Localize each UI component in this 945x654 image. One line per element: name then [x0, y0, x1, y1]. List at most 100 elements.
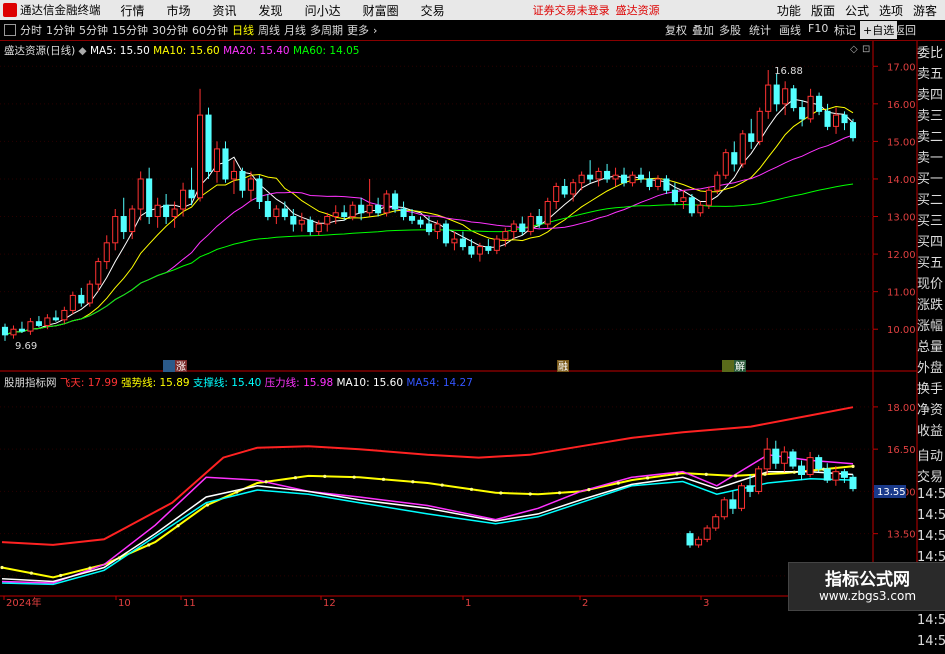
candle-body[interactable]	[680, 197, 687, 203]
candle-body[interactable]	[510, 223, 517, 233]
candle-body[interactable]	[773, 84, 780, 105]
candle-body[interactable]	[35, 321, 42, 326]
quote-panel-item[interactable]: 收益	[917, 420, 945, 440]
candle-body[interactable]	[654, 178, 662, 187]
expand-icon[interactable]: ⊡	[862, 44, 870, 55]
candle-body[interactable]	[417, 219, 424, 225]
candle-body[interactable]	[408, 216, 416, 221]
candle-body[interactable]	[807, 95, 814, 120]
candle-body[interactable]	[629, 174, 636, 184]
candle-body[interactable]	[256, 178, 263, 202]
candle-body[interactable]	[349, 204, 356, 218]
candle-body[interactable]	[705, 189, 712, 206]
quote-panel-item[interactable]: 14:56	[917, 529, 945, 549]
candle-body[interactable]	[383, 193, 390, 214]
candle-body[interactable]	[459, 238, 466, 248]
quote-panel-item[interactable]: 卖三	[917, 105, 945, 125]
candle-body[interactable]	[86, 283, 93, 304]
candle-body[interactable]	[375, 204, 382, 214]
candle-body[interactable]	[95, 261, 102, 285]
settings-diamond-icon[interactable]: ◇	[850, 44, 858, 55]
quote-panel-item[interactable]: 卖五	[917, 63, 945, 83]
quote-panel-item[interactable]: 现价	[917, 273, 945, 293]
candle-body[interactable]	[824, 110, 831, 127]
candle-body[interactable]	[120, 216, 127, 233]
quote-panel-item[interactable]: 卖一	[917, 147, 945, 167]
quote-panel-item[interactable]: 卖二	[917, 126, 945, 146]
candle-body[interactable]	[578, 174, 585, 184]
candle-body[interactable]	[188, 189, 195, 199]
candle-body[interactable]	[180, 189, 187, 210]
quote-panel-item[interactable]: 总量	[917, 336, 945, 356]
quote-panel-item[interactable]: 涨跌	[917, 294, 945, 314]
candle-body[interactable]	[442, 223, 450, 244]
event-tag-margin[interactable]: 融	[558, 361, 568, 373]
candle-body[interactable]	[400, 208, 407, 218]
candle-body[interactable]	[637, 174, 645, 180]
quote-panel-item[interactable]: 14:56	[917, 613, 945, 633]
candle-body[interactable]	[239, 170, 246, 191]
candle-body[interactable]	[739, 133, 746, 165]
candle-body[interactable]	[10, 328, 17, 336]
candle-body[interactable]	[129, 208, 136, 233]
candle-body[interactable]	[476, 246, 483, 255]
candle-body[interactable]	[392, 193, 399, 210]
candle-body[interactable]	[137, 178, 144, 210]
candle-body[interactable]	[714, 174, 721, 191]
candle-body[interactable]	[298, 219, 305, 225]
candle-body[interactable]	[536, 216, 543, 225]
quote-panel-item[interactable]: 买四	[917, 231, 945, 251]
candle-body[interactable]	[434, 223, 441, 233]
candle-body[interactable]	[61, 309, 68, 321]
candles[interactable]	[1, 70, 857, 341]
candle-body[interactable]	[171, 208, 178, 218]
candle-body[interactable]	[247, 178, 254, 191]
candle-body[interactable]	[765, 84, 772, 112]
quote-panel-item[interactable]: 卖四	[917, 84, 945, 104]
candle-body[interactable]	[544, 201, 551, 225]
candle-body[interactable]	[324, 216, 331, 225]
candle-body[interactable]	[697, 204, 704, 214]
candle-body[interactable]	[519, 223, 526, 233]
quote-panel-item[interactable]: 交易	[917, 466, 945, 486]
candle-body[interactable]	[604, 170, 611, 180]
candle-body[interactable]	[748, 133, 755, 142]
candle-body[interactable]	[112, 216, 119, 244]
event-tag-unlock[interactable]: 解	[735, 360, 745, 373]
candle-body[interactable]	[230, 170, 238, 180]
candle-body[interactable]	[756, 110, 763, 142]
candle-body[interactable]	[841, 114, 848, 124]
candle-body[interactable]	[196, 114, 204, 199]
candle-body[interactable]	[103, 242, 110, 263]
quote-panel-item[interactable]: 14:56	[917, 508, 945, 528]
candle-body[interactable]	[731, 152, 738, 165]
candle-body[interactable]	[425, 223, 433, 233]
candle-body[interactable]	[493, 238, 500, 251]
candle-body[interactable]	[816, 95, 823, 112]
quote-panel-item[interactable]: 买一	[917, 168, 945, 188]
candle-body[interactable]	[790, 88, 797, 109]
candle-body[interactable]	[44, 317, 51, 326]
candle-body[interactable]	[595, 170, 602, 180]
candle-body[interactable]	[290, 216, 297, 225]
candle-body[interactable]	[366, 204, 373, 214]
candle-body[interactable]	[52, 317, 59, 321]
candle-body[interactable]	[849, 122, 857, 139]
quote-panel-item[interactable]: 自动	[917, 445, 945, 465]
candle-body[interactable]	[620, 174, 628, 184]
candle-body[interactable]	[1, 326, 9, 336]
candle-body[interactable]	[78, 294, 85, 304]
quote-panel-item[interactable]: 买三	[917, 210, 945, 230]
candle-body[interactable]	[315, 223, 322, 233]
candle-body[interactable]	[646, 178, 653, 187]
candle-body[interactable]	[332, 212, 339, 218]
candle-body[interactable]	[307, 219, 314, 233]
candle-body[interactable]	[154, 204, 161, 218]
candle-body[interactable]	[222, 148, 229, 180]
candle-body[interactable]	[799, 107, 806, 120]
candle-body[interactable]	[163, 204, 170, 218]
candle-body[interactable]	[18, 328, 26, 332]
candle-body[interactable]	[587, 174, 594, 180]
candle-body[interactable]	[281, 208, 288, 218]
candle-body[interactable]	[264, 201, 271, 218]
